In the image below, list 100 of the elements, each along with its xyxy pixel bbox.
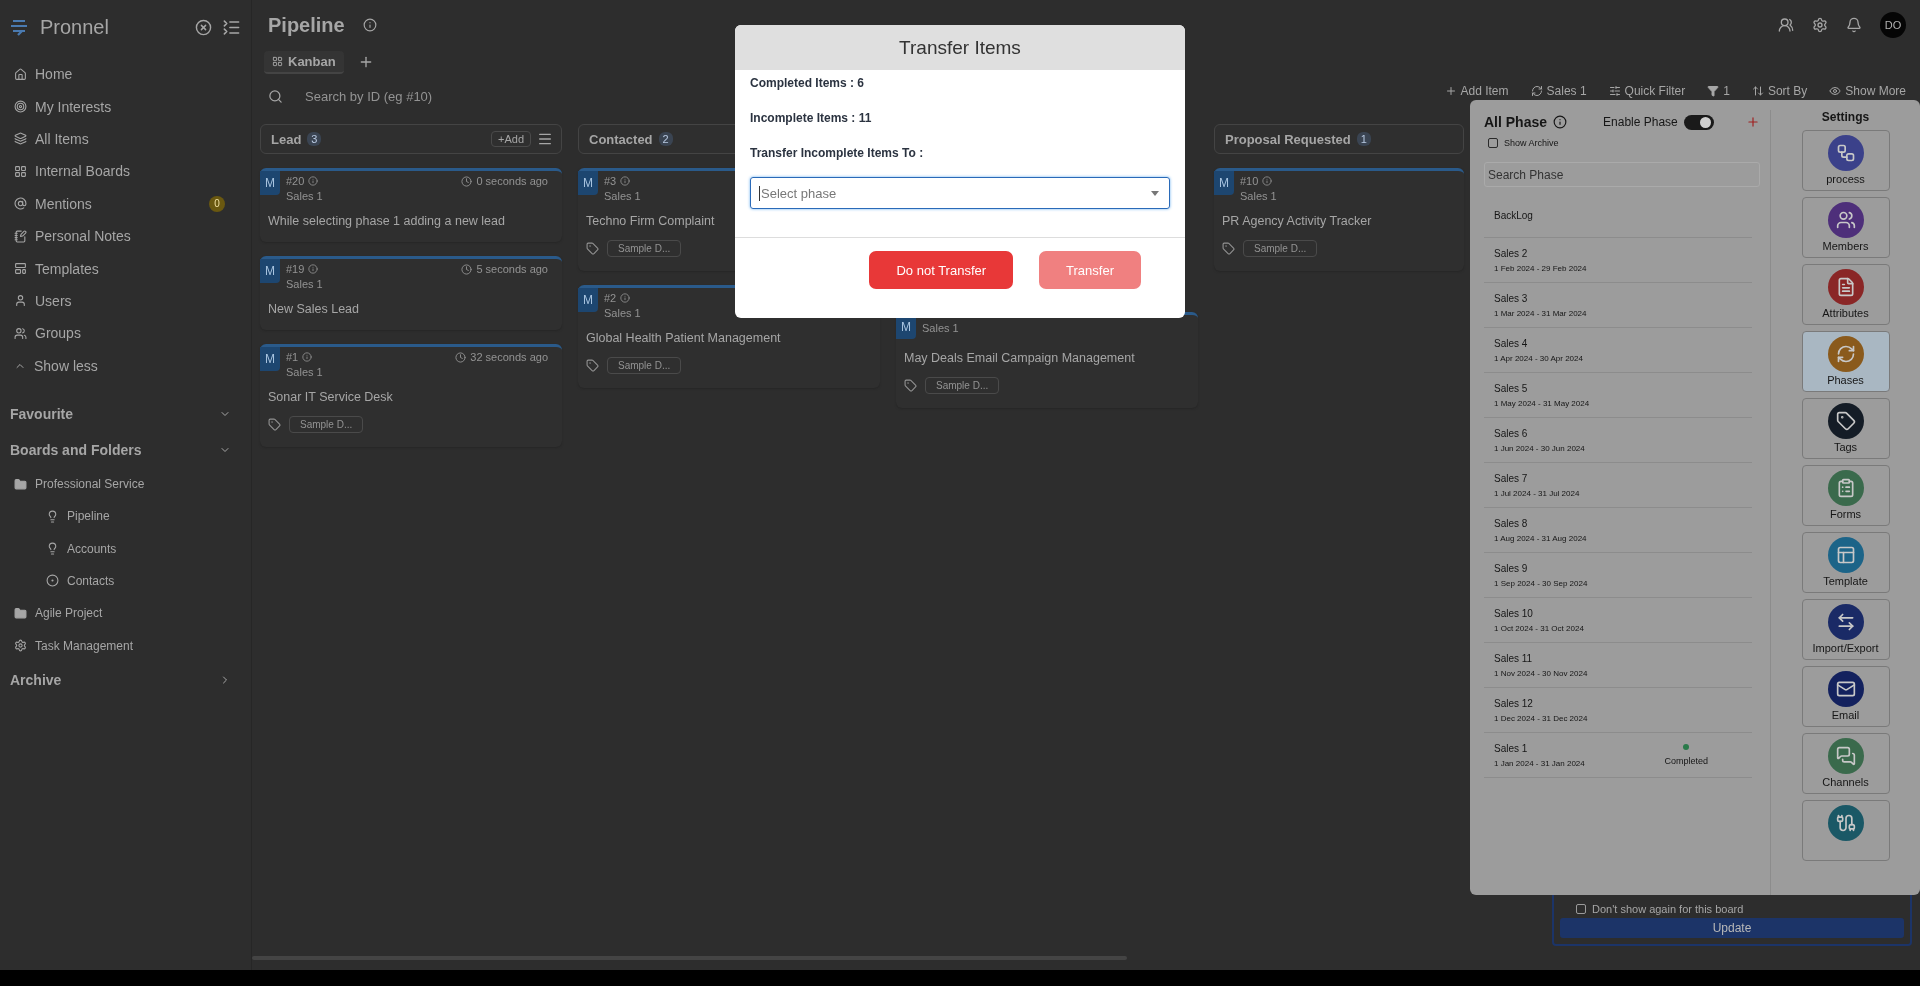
toolbar-button[interactable]: Add Item xyxy=(1444,84,1509,98)
nav-item[interactable]: Users xyxy=(10,284,241,318)
board-tree-item[interactable]: Professional Service xyxy=(10,467,241,501)
item-card[interactable]: M Sales 1 May Deals Email Campaign Management Sample D... xyxy=(896,312,1198,408)
board-tree-item[interactable]: Task Management xyxy=(10,629,241,662)
item-card[interactable]: M #10 Sales 1 PR Agency Activity Tracker Sample D... xyxy=(1214,168,1464,271)
toolbar-button[interactable]: 1 xyxy=(1707,84,1730,98)
nav-item[interactable]: Mentions 0 xyxy=(10,187,241,220)
settings-tile[interactable]: Channels xyxy=(1801,733,1890,794)
phase-row[interactable]: Sales 5 1 May 2024 - 31 May 2024 xyxy=(1484,373,1752,418)
phase-dates: 1 Jun 2024 - 30 Jun 2024 xyxy=(1494,443,1586,453)
phase-row[interactable]: Sales 2 1 Feb 2024 - 29 Feb 2024 xyxy=(1484,238,1752,283)
item-card[interactable]: M #20 0 seconds ago Sales 1 While selecting phase 1 adding a new lead xyxy=(260,168,562,242)
folder-icon xyxy=(14,606,27,620)
phase-row[interactable]: Sales 10 1 Oct 2024 - 31 Oct 2024 xyxy=(1484,598,1752,643)
user-avatar[interactable]: DO xyxy=(1880,12,1906,38)
tag-icon xyxy=(586,359,599,372)
phase-name: Sales 9 xyxy=(1494,562,1529,574)
item-title: May Deals Email Campaign Management xyxy=(903,351,1136,365)
phase-dates: 1 Aug 2024 - 31 Aug 2024 xyxy=(1494,533,1588,543)
phase-row[interactable]: BackLog xyxy=(1484,193,1752,238)
phase-name: Sales 6 xyxy=(1494,427,1529,439)
search-field[interactable]: Search Phase xyxy=(1484,162,1760,187)
settings-tile[interactable]: process xyxy=(1801,130,1890,191)
phase-name: Sales 2 xyxy=(1494,247,1529,259)
phase-row[interactable]: Sales 7 1 Jul 2024 - 31 Jul 2024 xyxy=(1484,463,1752,508)
phase-row[interactable]: Sales 11 1 Nov 2024 - 30 Nov 2024 xyxy=(1484,643,1752,688)
avatar: M xyxy=(260,347,280,371)
idea-icon xyxy=(46,542,59,556)
settings-icon[interactable] xyxy=(1812,17,1828,33)
phase-row[interactable]: Sales 4 1 Apr 2024 - 30 Apr 2024 xyxy=(1484,328,1752,373)
toolbar-button[interactable]: Show More xyxy=(1829,84,1906,98)
item-title: Techno Firm Complaint xyxy=(585,214,716,228)
cancel-button[interactable]: Do not Transfer xyxy=(869,251,1014,289)
dialog-title: Transfer Items xyxy=(735,25,1185,70)
bell-icon[interactable] xyxy=(1846,17,1862,33)
mentions-icon xyxy=(14,197,27,211)
settings-tile[interactable]: Template xyxy=(1801,532,1890,593)
phase-dates: 1 Jan 2024 - 31 Jan 2024 xyxy=(1494,758,1586,768)
phase-dates: 1 May 2024 - 31 May 2024 xyxy=(1494,398,1591,408)
nav-item[interactable]: Home xyxy=(10,58,241,91)
view-tab[interactable]: Kanban xyxy=(264,50,344,74)
checkbox[interactable] xyxy=(1488,138,1498,148)
settings-tile[interactable]: Tags xyxy=(1801,398,1890,459)
users-icon[interactable] xyxy=(1778,17,1794,33)
settings-tile[interactable]: Forms xyxy=(1801,465,1890,526)
toolbar-button[interactable]: Sort By xyxy=(1751,84,1808,98)
nav-item[interactable]: Groups xyxy=(10,317,241,350)
board-tree-item[interactable]: Contacts xyxy=(10,564,241,598)
column-title: Lead xyxy=(271,131,302,147)
phase-row[interactable]: Sales 9 1 Sep 2024 - 30 Sep 2024 xyxy=(1484,553,1752,598)
phase-row[interactable]: Sales 1 1 Jan 2024 - 31 Jan 2024 Completed xyxy=(1484,733,1752,778)
caret-icon xyxy=(1151,190,1159,196)
item-phase: Sales 1 xyxy=(286,278,323,290)
section-title[interactable]: Boards and Folders xyxy=(10,441,219,458)
tag-icon xyxy=(586,242,599,255)
section-title[interactable]: Archive xyxy=(10,671,219,688)
phase-dates: 1 Oct 2024 - 31 Oct 2024 xyxy=(1494,623,1585,633)
nav-item[interactable]: My Interests xyxy=(10,90,241,123)
phase-name: Sales 10 xyxy=(1494,607,1534,619)
item-phase: Sales 1 xyxy=(922,322,959,334)
settings-tile[interactable]: Email xyxy=(1801,666,1890,727)
settings-tile[interactable]: Members xyxy=(1801,197,1890,258)
sort-icon xyxy=(1751,85,1764,97)
board-tree-item[interactable]: Agile Project xyxy=(10,597,241,630)
nav-item[interactable]: Personal Notes xyxy=(10,219,241,253)
add-button[interactable]: +Add xyxy=(491,131,531,147)
phase-row[interactable]: Sales 3 1 Mar 2024 - 31 Mar 2024 xyxy=(1484,283,1752,328)
nav-item[interactable]: Templates xyxy=(10,252,241,285)
phase-row[interactable]: Sales 6 1 Jun 2024 - 30 Jun 2024 xyxy=(1484,418,1752,463)
board-tree-item[interactable]: Accounts xyxy=(10,532,241,565)
item-card[interactable]: M #19 5 seconds ago Sales 1 New Sales Lead xyxy=(260,256,562,330)
settings-tile[interactable]: Import/Export xyxy=(1801,599,1890,660)
update-button[interactable]: Update xyxy=(1560,918,1904,938)
idea-icon xyxy=(46,509,59,523)
settings-tile[interactable]: Attributes xyxy=(1801,264,1890,325)
checkbox[interactable] xyxy=(1576,904,1586,914)
info-icon[interactable] xyxy=(1553,115,1568,129)
phase-row[interactable]: Sales 12 1 Dec 2024 - 31 Dec 2024 xyxy=(1484,688,1752,733)
section-title[interactable]: Favourite xyxy=(10,405,219,422)
item-tag: Sample D... xyxy=(1243,240,1318,257)
toolbar-button[interactable]: Sales 1 xyxy=(1530,84,1587,98)
nav-item[interactable]: All Items xyxy=(10,122,241,156)
item-card[interactable]: M #1 32 seconds ago Sales 1 Sonar IT Service Desk Sample D... xyxy=(260,344,562,447)
collapse-icon[interactable] xyxy=(222,17,241,37)
nav-item[interactable]: Internal Boards xyxy=(10,155,241,188)
tag-icon xyxy=(904,379,917,392)
dialog-text: Transfer Incomplete Items To : xyxy=(750,146,925,160)
phase-row[interactable]: Sales 8 1 Aug 2024 - 31 Aug 2024 xyxy=(1484,508,1752,553)
phase-dates: 1 Apr 2024 - 30 Apr 2024 xyxy=(1494,353,1584,363)
enable-toggle[interactable] xyxy=(1683,114,1714,130)
close-icon[interactable] xyxy=(195,18,212,36)
phase-select[interactable]: Select phase xyxy=(750,177,1170,209)
info-icon[interactable] xyxy=(362,18,377,32)
settings-tile[interactable]: Phases xyxy=(1801,331,1890,392)
board-tree-item[interactable]: Pipeline xyxy=(10,500,241,533)
show-less-toggle[interactable]: Show less xyxy=(10,349,241,382)
menu-icon[interactable] xyxy=(537,131,553,147)
toolbar-button[interactable]: Quick Filter xyxy=(1608,84,1686,98)
settings-tile[interactable] xyxy=(1801,800,1890,861)
